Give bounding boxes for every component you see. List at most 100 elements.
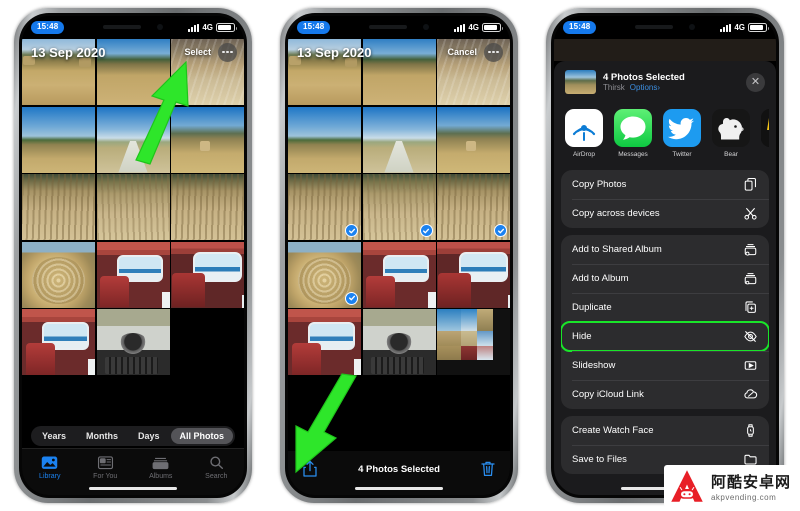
photo-thumbnail [437, 241, 510, 308]
photo-cell[interactable] [96, 174, 170, 240]
share-action-label: Duplicate [572, 302, 612, 313]
dimmed-backdrop[interactable] [554, 39, 776, 61]
photo-cell[interactable] [437, 241, 510, 308]
photo-cell[interactable] [171, 39, 244, 105]
photo-cell[interactable] [96, 106, 170, 173]
photo-cell[interactable] [22, 106, 95, 173]
share-app-l[interactable]: L [761, 109, 769, 158]
photo-cell[interactable] [288, 309, 361, 375]
selected-check-icon[interactable] [494, 224, 507, 237]
watermark-cn: 阿酷安卓网 [710, 473, 791, 491]
messages-icon [614, 109, 652, 147]
share-app-messages[interactable]: Messages [614, 109, 652, 158]
phone-bezel: 15:48 4G 4 Photos Selected Thirsk Option… [551, 13, 779, 498]
photo-cell[interactable] [437, 39, 510, 105]
home-indicator[interactable] [355, 486, 443, 490]
photo-cell[interactable] [288, 241, 361, 308]
share-action-add-to-shared-album[interactable]: Add to Shared Album [561, 235, 769, 264]
share-action-label: Copy across devices [572, 208, 660, 219]
timeline-segmented-control[interactable]: Years Months Days All Photos [22, 424, 244, 448]
share-options-link[interactable]: Options› [630, 83, 660, 92]
bear-icon [712, 109, 750, 147]
photo-cell[interactable] [22, 174, 95, 240]
share-app-label: Twitter [672, 151, 692, 158]
tab-for-you[interactable]: For You [78, 455, 134, 480]
photo-cell[interactable] [96, 241, 170, 308]
photo-cell[interactable] [22, 241, 95, 308]
share-action-hide[interactable]: Hide [561, 321, 769, 352]
photo-grid[interactable] [288, 39, 510, 495]
segment-months[interactable]: Months [77, 428, 127, 444]
photo-cell[interactable] [437, 309, 510, 375]
status-time: 15:48 [563, 21, 597, 34]
selection-thumbnail [565, 70, 596, 94]
photo-cell[interactable] [171, 241, 244, 308]
photo-cell[interactable] [171, 174, 244, 240]
share-action-group: Add to Shared Album Add to Album Duplicate… [561, 235, 769, 409]
share-action-copy-icloud-link[interactable]: Copy iCloud Link [561, 380, 769, 409]
share-app-twitter[interactable]: Twitter [663, 109, 701, 158]
photo-thumbnail [288, 309, 361, 375]
chevron-right-icon: › [657, 83, 661, 93]
share-action-duplicate[interactable]: Duplicate [561, 293, 769, 322]
photo-cell[interactable] [362, 309, 436, 375]
photo-cell[interactable] [22, 309, 95, 375]
scissors-icon [743, 206, 758, 221]
share-apps-row[interactable]: AirDrop Messages Twitter Bear L [561, 105, 769, 170]
share-action-create-watch-face[interactable]: Create Watch Face [561, 416, 769, 445]
phone-screen: 15:48 4G 13 Sep 2020 Cancel 4 Photos Sel… [288, 16, 510, 495]
selected-check-icon[interactable] [345, 291, 358, 305]
network-type-label: 4G [734, 23, 745, 32]
share-action-add-to-album[interactable]: Add to Album [561, 264, 769, 293]
play-box-icon [743, 358, 758, 373]
share-action-copy-across-devices[interactable]: Copy across devices [561, 199, 769, 228]
partial-app-icon [761, 109, 769, 147]
tab-label: Search [205, 473, 228, 480]
tab-library[interactable]: Library [22, 455, 78, 480]
segment-years[interactable]: Years [33, 428, 75, 444]
home-indicator[interactable] [89, 486, 177, 490]
search-icon [208, 455, 225, 470]
photo-cell[interactable] [362, 241, 436, 308]
trash-icon[interactable] [480, 460, 496, 478]
phone-frame: 15:48 4G 13 Sep 2020 Cancel 4 Photos Sel… [280, 8, 518, 503]
tab-albums[interactable]: Albums [133, 455, 189, 480]
photo-cell[interactable] [288, 174, 361, 240]
photo-cell[interactable] [171, 106, 244, 173]
photo-cell[interactable] [288, 39, 361, 105]
segmented-options[interactable]: Years Months Days All Photos [30, 426, 236, 446]
photo-cell[interactable] [96, 39, 170, 105]
share-app-airdrop[interactable]: AirDrop [565, 109, 603, 158]
photo-cell[interactable] [288, 106, 361, 173]
photo-cell[interactable] [437, 106, 510, 173]
status-bar: 15:48 4G [288, 16, 510, 39]
selected-check-icon[interactable] [419, 224, 433, 237]
share-action-list[interactable]: Copy Photos Copy across devices Add to Sha… [561, 170, 769, 474]
share-action-slideshow[interactable]: Slideshow [561, 351, 769, 380]
watch-icon [743, 423, 758, 438]
photo-cell[interactable] [362, 39, 436, 105]
share-action-copy-photos[interactable]: Copy Photos [561, 170, 769, 199]
segment-all-photos[interactable]: All Photos [170, 428, 234, 444]
shared-album-icon [743, 242, 758, 257]
photo-cell[interactable] [437, 174, 510, 240]
selected-check-icon[interactable] [345, 224, 358, 237]
photo-cell[interactable] [96, 309, 170, 375]
segment-days[interactable]: Days [129, 428, 169, 444]
share-icon[interactable] [302, 460, 318, 478]
photo-cell[interactable] [362, 106, 436, 173]
share-app-bear[interactable]: Bear [712, 109, 750, 158]
photo-thumbnail [171, 174, 244, 240]
photo-thumbnail [171, 241, 244, 308]
tab-search[interactable]: Search [189, 455, 245, 480]
photo-cell[interactable] [22, 39, 95, 105]
share-action-label: Slideshow [572, 360, 616, 371]
photo-thumbnail [96, 309, 170, 375]
airdrop-icon [565, 109, 603, 147]
close-icon[interactable]: ✕ [746, 72, 765, 92]
photo-cell[interactable] [362, 174, 436, 240]
share-title: 4 Photos Selected [603, 71, 685, 83]
photo-cell[interactable] [171, 309, 244, 375]
twitter-icon [663, 109, 701, 147]
share-app-label: Messages [618, 151, 648, 158]
